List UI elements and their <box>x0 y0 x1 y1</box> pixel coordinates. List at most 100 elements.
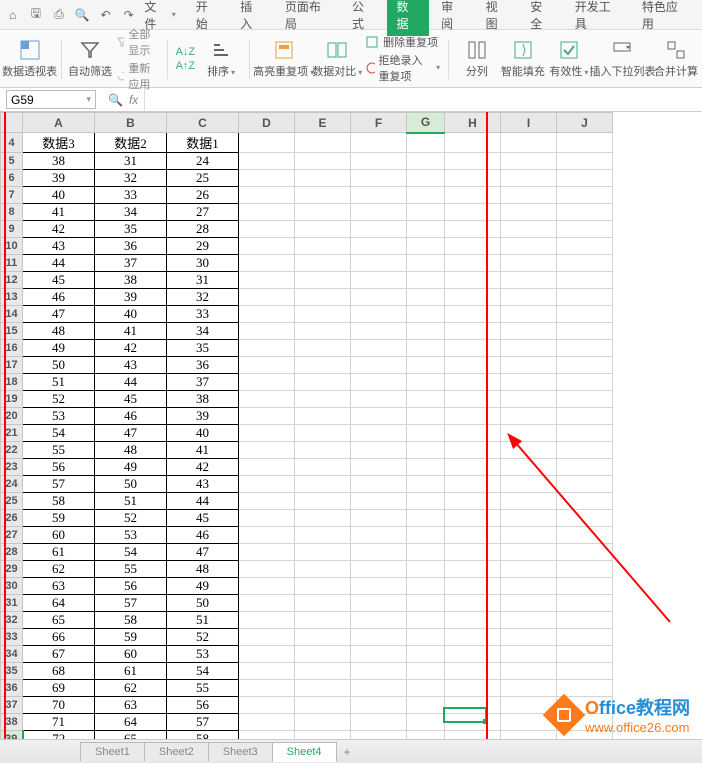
validation-button[interactable]: 有效性▾ <box>549 37 589 81</box>
cell[interactable] <box>295 442 351 459</box>
cell[interactable]: 26 <box>167 187 239 204</box>
row-header[interactable]: 32 <box>1 612 23 629</box>
cell[interactable] <box>445 476 501 493</box>
cell[interactable]: 35 <box>167 340 239 357</box>
cell[interactable] <box>501 187 557 204</box>
cell[interactable]: 50 <box>95 476 167 493</box>
sheet-tab-Sheet1[interactable]: Sheet1 <box>80 742 145 761</box>
cell[interactable] <box>445 680 501 697</box>
cell[interactable] <box>501 561 557 578</box>
cell[interactable]: 42 <box>95 340 167 357</box>
cell[interactable] <box>407 289 445 306</box>
cell[interactable]: 57 <box>167 714 239 731</box>
cell[interactable] <box>295 680 351 697</box>
cell[interactable]: 53 <box>23 408 95 425</box>
col-header-F[interactable]: F <box>351 113 407 133</box>
reject-dup-button[interactable]: 拒绝录入重复项▾ <box>365 52 440 84</box>
cell[interactable]: 41 <box>23 204 95 221</box>
cell[interactable] <box>239 714 295 731</box>
cell[interactable] <box>557 204 613 221</box>
cell[interactable] <box>445 357 501 374</box>
cell[interactable]: 56 <box>23 459 95 476</box>
cell[interactable] <box>295 629 351 646</box>
cell[interactable] <box>445 646 501 663</box>
cell[interactable]: 43 <box>167 476 239 493</box>
row-header[interactable]: 23 <box>1 459 23 476</box>
cell[interactable] <box>295 323 351 340</box>
cell[interactable]: 40 <box>95 306 167 323</box>
cell[interactable] <box>501 425 557 442</box>
cell[interactable] <box>295 306 351 323</box>
cell[interactable] <box>445 272 501 289</box>
cell[interactable]: 54 <box>23 425 95 442</box>
cell[interactable] <box>295 578 351 595</box>
print-icon[interactable]: ⎙ <box>51 7 66 23</box>
cell[interactable]: 32 <box>95 170 167 187</box>
autofilter-button[interactable]: 自动筛选 <box>70 37 110 81</box>
cell[interactable]: 56 <box>167 697 239 714</box>
cell[interactable] <box>557 663 613 680</box>
cell[interactable] <box>445 170 501 187</box>
cell[interactable] <box>239 133 295 153</box>
cell[interactable]: 49 <box>23 340 95 357</box>
cell[interactable] <box>351 306 407 323</box>
cell[interactable] <box>351 357 407 374</box>
cell[interactable] <box>407 442 445 459</box>
col-header-G[interactable]: G <box>407 113 445 133</box>
cell[interactable] <box>295 170 351 187</box>
cell[interactable]: 53 <box>95 527 167 544</box>
cell[interactable]: 65 <box>23 612 95 629</box>
cell[interactable]: 43 <box>95 357 167 374</box>
cell[interactable]: 62 <box>23 561 95 578</box>
row-header[interactable]: 27 <box>1 527 23 544</box>
cell[interactable] <box>407 527 445 544</box>
col-header-J[interactable]: J <box>557 113 613 133</box>
cell[interactable] <box>295 510 351 527</box>
cell[interactable] <box>557 544 613 561</box>
cell[interactable] <box>239 187 295 204</box>
cell[interactable] <box>295 238 351 255</box>
cell[interactable]: 33 <box>95 187 167 204</box>
cell[interactable] <box>501 170 557 187</box>
cell[interactable] <box>239 255 295 272</box>
cell[interactable] <box>295 204 351 221</box>
row-header[interactable]: 24 <box>1 476 23 493</box>
cell[interactable] <box>501 238 557 255</box>
cell[interactable] <box>239 680 295 697</box>
cell[interactable] <box>501 323 557 340</box>
cell[interactable]: 42 <box>167 459 239 476</box>
cell[interactable] <box>557 221 613 238</box>
cell[interactable] <box>445 595 501 612</box>
cell[interactable] <box>239 646 295 663</box>
cell[interactable]: 40 <box>167 425 239 442</box>
cell[interactable]: 36 <box>95 238 167 255</box>
cell[interactable] <box>351 340 407 357</box>
cell[interactable] <box>351 578 407 595</box>
cell[interactable] <box>501 493 557 510</box>
cell[interactable] <box>295 357 351 374</box>
data-compare-button[interactable]: 数据对比▾ <box>315 37 359 81</box>
home-icon[interactable]: ⌂ <box>5 7 20 23</box>
row-header[interactable]: 20 <box>1 408 23 425</box>
cell[interactable]: 48 <box>23 323 95 340</box>
cell[interactable] <box>557 595 613 612</box>
cell[interactable] <box>501 153 557 170</box>
cell[interactable] <box>501 646 557 663</box>
cell[interactable] <box>501 133 557 153</box>
row-header[interactable]: 28 <box>1 544 23 561</box>
cell[interactable]: 46 <box>167 527 239 544</box>
menu-tab-公式[interactable]: 公式 <box>342 0 385 36</box>
cell[interactable] <box>557 133 613 153</box>
cell[interactable] <box>407 680 445 697</box>
row-header[interactable]: 14 <box>1 306 23 323</box>
cell[interactable] <box>445 629 501 646</box>
cell[interactable]: 66 <box>23 629 95 646</box>
cell[interactable] <box>445 133 501 153</box>
cell[interactable] <box>351 221 407 238</box>
cell[interactable] <box>557 187 613 204</box>
cell[interactable]: 44 <box>23 255 95 272</box>
cell[interactable] <box>501 527 557 544</box>
cell[interactable]: 30 <box>167 255 239 272</box>
cell[interactable]: 45 <box>167 510 239 527</box>
cell[interactable]: 39 <box>23 170 95 187</box>
